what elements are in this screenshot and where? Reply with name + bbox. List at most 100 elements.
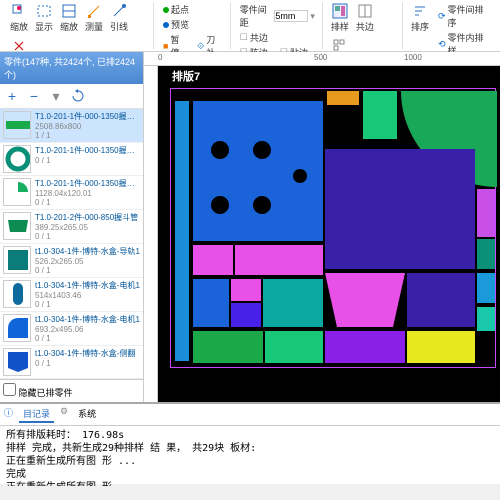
part-name: t1.0-304-1件-博特-水盒-导轨1: [35, 246, 140, 257]
sheet-label: 排版7: [172, 68, 200, 84]
nested-part[interactable]: [193, 101, 323, 241]
nested-part[interactable]: [325, 331, 405, 363]
part-list[interactable]: T1.0-201-1件-000-1350握斗管2508.86x8001 / 1T…: [0, 109, 143, 379]
part-name: t1.0-304-1件-博特-水盒-电机1: [35, 314, 140, 325]
part-row[interactable]: t1.0-304-1件-博特-水盒-电机1693.2x495.060 / 1: [0, 312, 143, 346]
common-edge-button[interactable]: ☐共边: [237, 30, 271, 45]
part-thumb: [3, 246, 31, 274]
hide-nested-checkbox[interactable]: [3, 383, 16, 396]
nested-part[interactable]: [265, 331, 323, 363]
part-row[interactable]: T1.0-201-2件-000-850握斗管389.25x265.050 / 1: [0, 210, 143, 244]
partgap-item[interactable]: 零件间距 ▾: [237, 2, 318, 30]
part-count: 1 / 1: [35, 131, 140, 140]
nested-part[interactable]: [193, 331, 263, 363]
refresh-button[interactable]: [68, 86, 88, 106]
part-name: t1.0-304-1件-博特-水盒-侧翻: [35, 348, 140, 359]
nested-part[interactable]: [175, 101, 189, 361]
nested-part[interactable]: [477, 239, 495, 269]
lead-button[interactable]: 引线: [108, 2, 130, 34]
scale-button[interactable]: 缩放: [58, 2, 80, 34]
nested-part[interactable]: [325, 273, 405, 327]
nested-part[interactable]: [327, 91, 359, 105]
part-thumb: [3, 145, 31, 173]
coedge-button[interactable]: 共边: [354, 2, 376, 34]
part-row[interactable]: T1.0-201-1件-000-1350握斗管1128.04x120.010 /…: [0, 176, 143, 210]
nested-part[interactable]: [407, 331, 475, 363]
nested-part[interactable]: [235, 245, 323, 275]
sidebar-header: 零件(147种, 共2424个, 已排2424个): [0, 52, 143, 84]
console-line: 完成: [6, 468, 494, 481]
part-thumb: [3, 212, 31, 240]
console-line: 排样 完成，共新生成29种排样 结 果， 共29块 板材:: [6, 442, 494, 455]
nested-part[interactable]: [477, 273, 495, 303]
zoom-button[interactable]: 缩放: [8, 2, 30, 34]
part-thumb: [3, 178, 31, 206]
part-dim: 526.2x265.05: [35, 257, 140, 266]
nested-part[interactable]: [193, 279, 229, 327]
startpoint-button[interactable]: 起点: [160, 2, 192, 17]
nested-part[interactable]: [407, 273, 475, 327]
sidebar-tools: + − ▾: [0, 84, 143, 109]
measure-button[interactable]: 测量: [83, 2, 105, 34]
console-line: 所有排版耗时： 176.98s: [6, 429, 494, 442]
nested-part[interactable]: [477, 189, 495, 237]
part-row[interactable]: T1.0-201-1件-000-1350握斗管0 / 1: [0, 143, 143, 176]
console-line: 正在重新生成所有图 形 ...: [6, 481, 494, 486]
preview-button[interactable]: 预览: [160, 17, 192, 32]
part-thumb: [3, 111, 31, 139]
ribbon-group-view: 缩放 显示 缩放 测量 引线 清除 查看: [4, 2, 154, 49]
show-button[interactable]: 显示: [33, 2, 55, 34]
main: 零件(147种, 共2424个, 已排2424个) + − ▾ T1.0-201…: [0, 52, 500, 402]
ribbon-group-sort: 排序 ⟳零件间排序 ⟲零件内排样 排序: [405, 2, 496, 49]
part-name: T1.0-201-1件-000-1350握斗管: [35, 178, 140, 189]
part-row[interactable]: t1.0-304-1件-博特-水盒-导轨1526.2x265.050 / 1: [0, 244, 143, 278]
nested-part[interactable]: [193, 245, 233, 275]
part-name: t1.0-304-1件-博特-水盒-电机1: [35, 280, 140, 291]
part-row[interactable]: T1.0-201-1件-000-1350握斗管2508.86x8001 / 1: [0, 109, 143, 143]
part-count: 0 / 1: [35, 266, 140, 275]
tab-system[interactable]: 系统: [74, 406, 100, 423]
part-dim: 1128.04x120.01: [35, 189, 140, 198]
tab-log[interactable]: 目记录: [19, 406, 54, 423]
gear-icon: ⚙: [60, 406, 68, 423]
parts-sidebar: 零件(147种, 共2424个, 已排2424个) + − ▾ T1.0-201…: [0, 52, 144, 402]
part-count: 0 / 1: [35, 334, 140, 343]
nested-part[interactable]: [477, 307, 495, 331]
part-name: T1.0-201-2件-000-850握斗管: [35, 212, 140, 223]
part-row[interactable]: t1.0-304-1件-博特-水盒-侧翻0 / 1: [0, 346, 143, 379]
nested-part[interactable]: [263, 279, 323, 327]
nest-button[interactable]: 排样: [329, 2, 351, 34]
nested-part[interactable]: [325, 149, 475, 269]
part-dim: 2508.86x800: [35, 122, 140, 131]
ruler-vertical: [144, 66, 158, 402]
console-body[interactable]: 所有排版耗时： 176.98s排样 完成，共新生成29种排样 结 果， 共29块…: [0, 426, 500, 486]
sheet-boundary: [170, 88, 496, 368]
part-row[interactable]: t1.0-304-1件-博特-水盒-电机1514x1403.460 / 1: [0, 278, 143, 312]
part-count: 0 / 1: [35, 300, 140, 309]
part-thumb: [3, 348, 31, 376]
part-name: T1.0-201-1件-000-1350握斗管: [35, 111, 140, 122]
part-dim: 693.2x495.06: [35, 325, 140, 334]
part-count: 0 / 1: [35, 156, 140, 165]
part-dim: 514x1403.46: [35, 291, 140, 300]
ribbon-group-process: 起点 预览 ■暂停 ⟐刀补 工艺设置: [156, 2, 231, 49]
remove-part-button[interactable]: −: [24, 86, 44, 106]
nesting-canvas[interactable]: 排版7: [158, 66, 500, 402]
part-thumb: [3, 314, 31, 342]
part-count: 0 / 1: [35, 359, 140, 368]
part-name: T1.0-201-1件-000-1350握斗管: [35, 145, 140, 156]
ruler-horizontal: 0 500 1000: [144, 52, 500, 66]
sort-button[interactable]: 排序: [409, 2, 431, 58]
canvas-area: 0 500 1000 排版7: [144, 52, 500, 402]
nested-part[interactable]: [231, 303, 261, 327]
add-part-button[interactable]: +: [2, 86, 22, 106]
gap-input[interactable]: [274, 10, 308, 22]
nested-part[interactable]: [363, 91, 397, 139]
part-dim: 389.25x265.05: [35, 223, 140, 232]
partgap-sort-button[interactable]: ⟳零件间排序: [435, 2, 492, 30]
console-tabs: ⓘ 目记录 ⚙ 系统: [0, 404, 500, 426]
sidebar-footer[interactable]: 隐藏已排零件: [0, 379, 143, 402]
ribbon: 缩放 显示 缩放 测量 引线 清除 查看 起点 预览 ■暂停 ⟐刀补 工艺设置 …: [0, 0, 500, 52]
more-tool-button[interactable]: ▾: [46, 86, 66, 106]
nested-part[interactable]: [231, 279, 261, 301]
